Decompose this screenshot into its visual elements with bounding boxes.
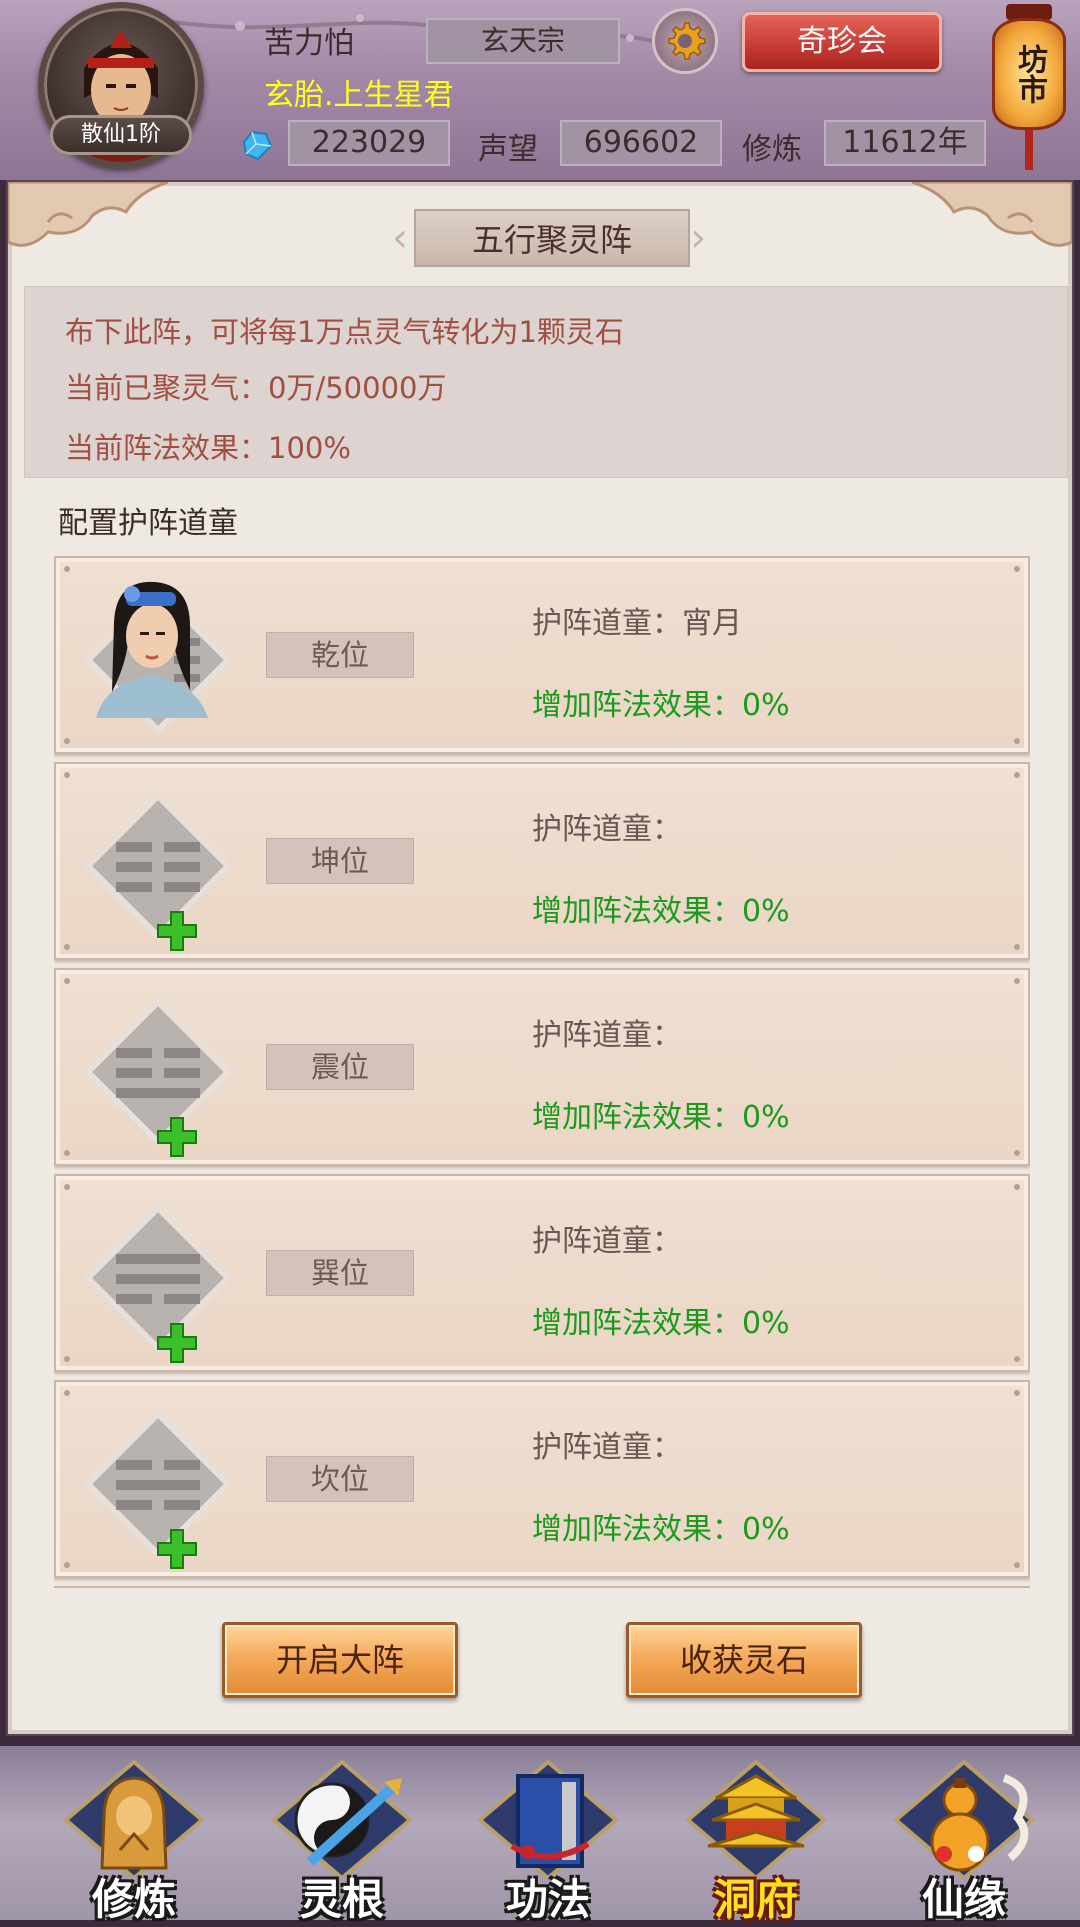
rivet bbox=[1014, 1184, 1020, 1190]
market-lantern-label: 坊市 bbox=[992, 18, 1066, 130]
treasure-auction-button[interactable]: 奇珍会 bbox=[742, 12, 942, 72]
nav-label: 修炼 bbox=[91, 1875, 176, 1924]
market-lantern-button[interactable]: 坊市 bbox=[992, 0, 1066, 170]
lantern-tassel bbox=[1025, 130, 1033, 170]
guard-slot-zhen[interactable]: 震位 护阵道童： 增加阵法效果：0% bbox=[54, 968, 1030, 1166]
panel-title-plaque: ‹ 五行聚灵阵 › bbox=[392, 208, 712, 268]
yin-yang-sword-icon bbox=[270, 1759, 414, 1878]
sect-name[interactable]: 玄天宗 bbox=[426, 18, 620, 64]
nav-label: 功法 bbox=[505, 1875, 590, 1924]
rivet bbox=[1014, 566, 1020, 572]
chevron-left-decoration: ‹ bbox=[392, 215, 408, 261]
rivet bbox=[64, 1150, 70, 1156]
nav-fate[interactable]: 仙缘 bbox=[884, 1758, 1044, 1924]
add-guard-plus-icon[interactable] bbox=[156, 1528, 198, 1570]
rivet bbox=[64, 566, 70, 572]
effect-bonus: 增加阵法效果：0% bbox=[532, 894, 790, 929]
rivet bbox=[64, 1184, 70, 1190]
rank-badge: 散仙1阶 bbox=[50, 115, 192, 155]
effect-bonus: 增加阵法效果：0% bbox=[532, 1100, 790, 1135]
add-guard-plus-icon[interactable] bbox=[156, 1116, 198, 1158]
rivet bbox=[64, 1356, 70, 1362]
formation-panel: ‹ 五行聚灵阵 › 布下此阵，可将每1万点灵气转化为1颗灵石 当前已聚灵气：0万… bbox=[8, 182, 1072, 1734]
guard-slot-list[interactable]: 乾位 护阵道童：宵月 增加阵法效果：0% 坤位 护阵道童： 增加阵法效果：0% … bbox=[54, 556, 1030, 1588]
open-formation-button[interactable]: 开启大阵 bbox=[222, 1622, 458, 1698]
rivet bbox=[64, 772, 70, 778]
settings-button[interactable] bbox=[652, 8, 718, 74]
gourd-icon bbox=[892, 1759, 1036, 1878]
nav-label: 仙缘 bbox=[921, 1875, 1006, 1924]
effect-bonus: 增加阵法效果：0% bbox=[532, 688, 790, 723]
scroll-book-icon bbox=[476, 1759, 620, 1878]
panel-title: 五行聚灵阵 bbox=[413, 209, 691, 267]
rivet bbox=[1014, 738, 1020, 744]
effect-bonus: 增加阵法效果：0% bbox=[532, 1306, 790, 1341]
position-label: 震位 bbox=[266, 1044, 414, 1090]
guard-name: 护阵道童： bbox=[532, 812, 682, 847]
guard-slot-xun[interactable]: 巽位 护阵道童： 增加阵法效果：0% bbox=[54, 1174, 1030, 1372]
reputation-value: 696602 bbox=[560, 120, 722, 166]
guard-config-label: 配置护阵道童 bbox=[58, 506, 238, 541]
position-label: 坤位 bbox=[266, 838, 414, 884]
rivet bbox=[64, 1562, 70, 1568]
player-name: 苦力怕 bbox=[264, 26, 354, 61]
guard-name: 护阵道童： bbox=[532, 1224, 682, 1259]
guard-name: 护阵道童： bbox=[532, 1018, 682, 1053]
rivet bbox=[64, 1390, 70, 1396]
formation-info-box: 布下此阵，可将每1万点灵气转化为1颗灵石 当前已聚灵气：0万/50000万 当前… bbox=[24, 286, 1068, 478]
cloud-corner-right-decoration bbox=[912, 182, 1072, 247]
formation-effect: 当前阵法效果：100% bbox=[65, 431, 351, 465]
chevron-right-decoration: › bbox=[690, 215, 707, 261]
rivet bbox=[64, 738, 70, 744]
effect-bonus: 增加阵法效果：0% bbox=[532, 1512, 790, 1547]
add-guard-plus-icon[interactable] bbox=[156, 1322, 198, 1364]
spirit-gem-icon bbox=[242, 130, 273, 161]
rivet bbox=[64, 978, 70, 984]
position-label: 坎位 bbox=[266, 1456, 414, 1502]
gathered-spirit-qi: 当前已聚灵气：0万/50000万 bbox=[65, 371, 447, 405]
formation-description: 布下此阵，可将每1万点灵气转化为1颗灵石 bbox=[65, 315, 624, 349]
rivet bbox=[1014, 978, 1020, 984]
position-label: 乾位 bbox=[266, 632, 414, 678]
top-status-bar: 散仙1阶 苦力怕 玄天宗 玄胎.上生星君 奇珍会 坊市 223029 声望 69… bbox=[0, 0, 1080, 180]
reputation-label: 声望 bbox=[478, 132, 538, 167]
add-guard-plus-icon[interactable] bbox=[156, 910, 198, 952]
rivet bbox=[1014, 1390, 1020, 1396]
player-title: 玄胎.上生星君 bbox=[264, 78, 454, 113]
cultivation-value: 11612年 bbox=[824, 120, 986, 166]
cloud-corner-left-decoration bbox=[8, 182, 168, 247]
meditating-monk-icon bbox=[62, 1759, 206, 1878]
bottom-navigation: 修炼 灵根 功法 洞府 仙缘 bbox=[0, 1742, 1080, 1924]
nav-cave-abode[interactable]: 洞府 bbox=[676, 1758, 836, 1924]
rivet bbox=[1014, 944, 1020, 950]
nav-cultivate[interactable]: 修炼 bbox=[54, 1758, 214, 1924]
position-label: 巽位 bbox=[266, 1250, 414, 1296]
guard-slot-kun[interactable]: 坤位 护阵道童： 增加阵法效果：0% bbox=[54, 762, 1030, 960]
guard-slot-next-partial[interactable] bbox=[54, 1586, 1030, 1588]
nav-techniques[interactable]: 功法 bbox=[468, 1758, 628, 1924]
nav-spirit-root[interactable]: 灵根 bbox=[262, 1758, 422, 1924]
guard-slot-kan[interactable]: 坎位 护阵道童： 增加阵法效果：0% bbox=[54, 1380, 1030, 1578]
guard-name: 护阵道童：宵月 bbox=[532, 606, 742, 641]
guard-name: 护阵道童： bbox=[532, 1430, 682, 1465]
rivet bbox=[1014, 1356, 1020, 1362]
nav-label: 灵根 bbox=[299, 1875, 384, 1924]
guard-slot-qian[interactable]: 乾位 护阵道童：宵月 增加阵法效果：0% bbox=[54, 556, 1030, 754]
harvest-spirit-stone-button[interactable]: 收获灵石 bbox=[626, 1622, 862, 1698]
guard-portrait-xiaoyue bbox=[96, 581, 208, 718]
rivet bbox=[1014, 1562, 1020, 1568]
rivet bbox=[1014, 772, 1020, 778]
gear-icon bbox=[668, 22, 706, 60]
pagoda-icon bbox=[684, 1759, 828, 1878]
gem-count: 223029 bbox=[288, 120, 450, 166]
cultivation-label: 修炼 bbox=[742, 132, 802, 167]
nav-label: 洞府 bbox=[713, 1875, 798, 1924]
rivet bbox=[64, 944, 70, 950]
rivet bbox=[1014, 1150, 1020, 1156]
